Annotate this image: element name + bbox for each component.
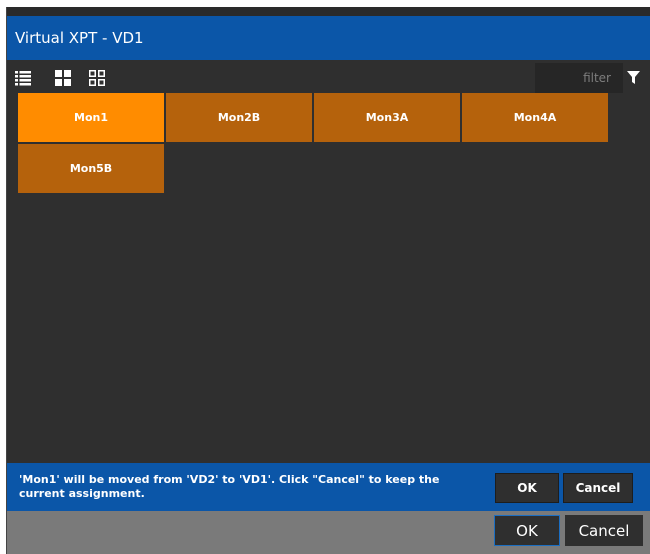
message-cancel-button[interactable]: Cancel — [563, 473, 633, 503]
footer-cancel-button[interactable]: Cancel — [565, 515, 643, 546]
large-tiles-icon[interactable] — [55, 70, 71, 86]
monitor-tile-mon1[interactable]: Mon1 — [18, 93, 164, 142]
dialog-title-bar: Virtual XPT - VD1 — [7, 16, 650, 60]
monitor-tile-label: Mon1 — [74, 111, 108, 124]
filter-funnel-icon[interactable] — [627, 71, 640, 85]
monitor-tile-label: Mon5B — [69, 162, 113, 175]
monitor-tile-mon5b[interactable]: Mon5B — [18, 144, 164, 193]
dialog-title: Virtual XPT - VD1 — [15, 29, 144, 47]
filter-input[interactable] — [539, 70, 613, 86]
monitor-tile-label: Mon2B — [217, 111, 261, 124]
monitor-tile-mon2b[interactable]: Mon2B — [166, 93, 312, 142]
list-view-icon[interactable] — [15, 70, 31, 86]
monitor-tile-mon3a[interactable]: Mon3A — [314, 93, 460, 142]
footer-ok-button[interactable]: OK — [494, 515, 560, 546]
toolbar — [7, 60, 650, 96]
filter-field — [535, 63, 623, 93]
move-confirmation-message: 'Mon1' will be moved from 'VD2' to 'VD1'… — [19, 473, 440, 500]
monitor-grid: Mon1 Mon2B Mon3A Mon4A Mon5B — [18, 93, 618, 463]
message-ok-button[interactable]: OK — [495, 473, 559, 503]
dialog-footer: OK Cancel — [7, 511, 650, 554]
monitor-tile-label: Mon4A — [513, 111, 557, 124]
monitor-tile-label: Mon3A — [365, 111, 409, 124]
virtual-xpt-dialog: Virtual XPT - VD1 Mon1 M — [6, 7, 650, 554]
small-tiles-icon[interactable] — [89, 70, 105, 86]
move-confirmation-bar: 'Mon1' will be moved from 'VD2' to 'VD1'… — [7, 463, 650, 511]
dialog-top-strip — [7, 7, 650, 16]
monitor-tile-mon4a[interactable]: Mon4A — [462, 93, 608, 142]
